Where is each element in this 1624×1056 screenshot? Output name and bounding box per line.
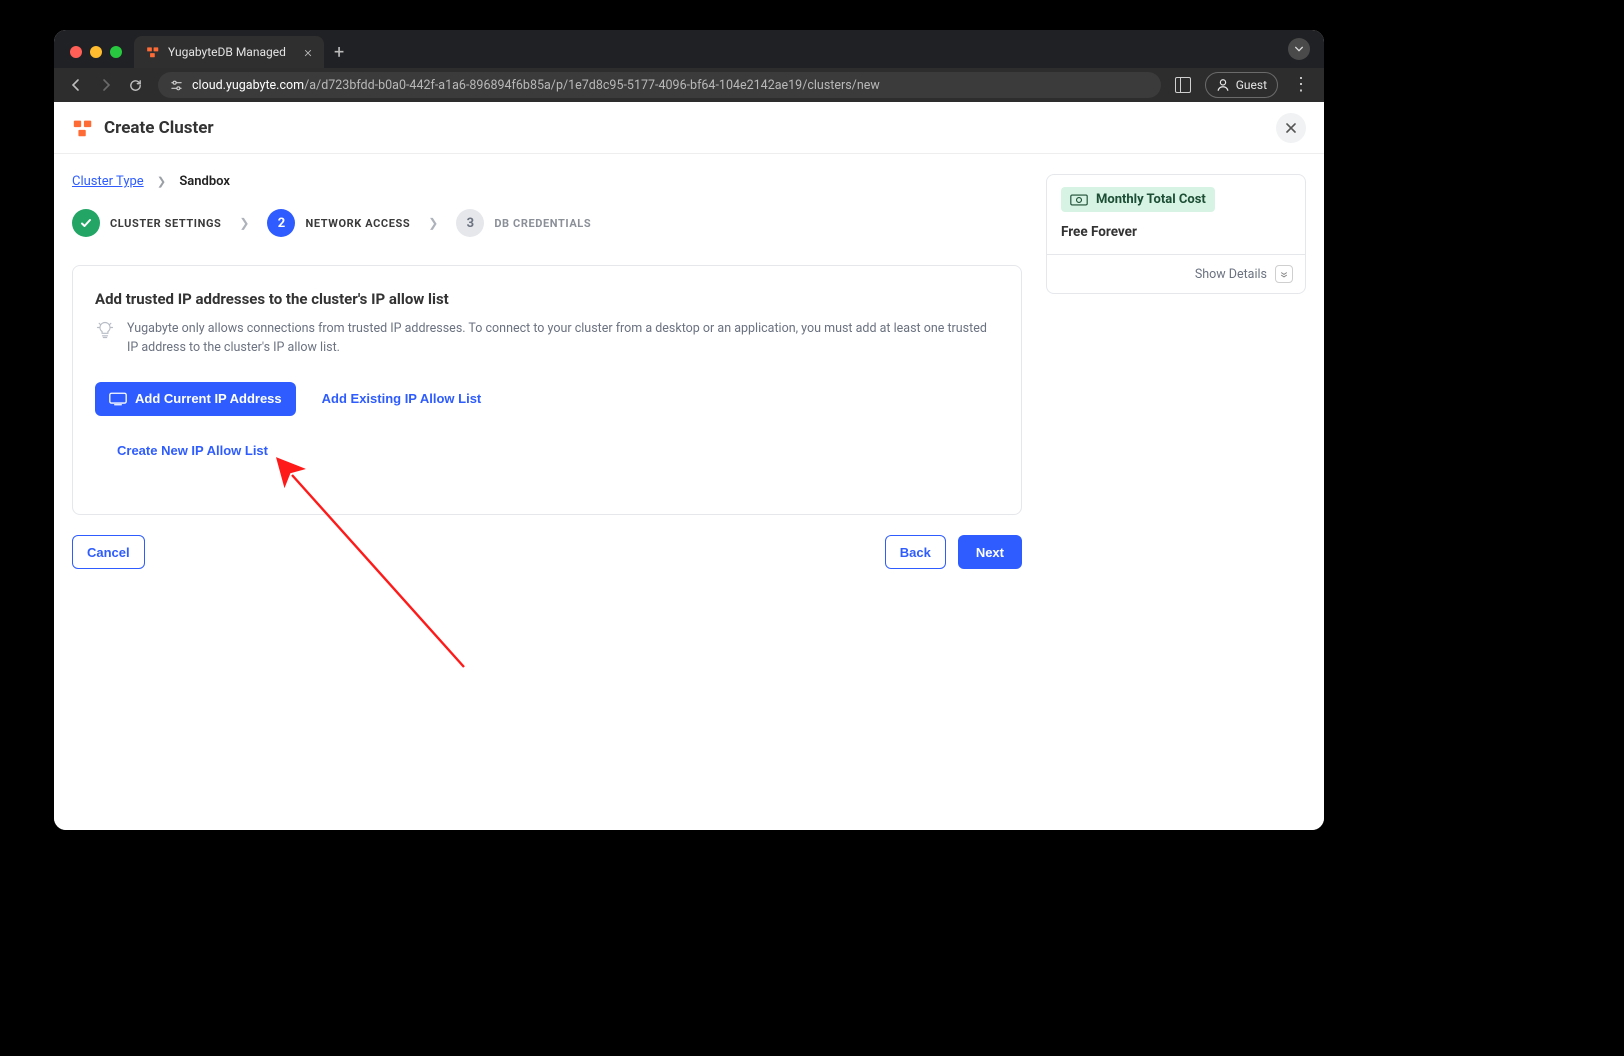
minimize-window-icon[interactable]	[90, 46, 102, 58]
button-label: Add Current IP Address	[135, 391, 282, 406]
address-bar[interactable]: cloud.yugabyte.com/a/d723bfdd-b0a0-442f-…	[158, 72, 1161, 98]
button-label: Next	[976, 545, 1004, 560]
yugabyte-logo-icon	[72, 117, 94, 139]
wizard-actions: Cancel Back Next	[72, 535, 1022, 569]
lightbulb-icon	[95, 320, 117, 358]
step-label: DB CREDENTIALS	[494, 217, 591, 230]
page-header: Create Cluster	[54, 102, 1324, 154]
step-network-access[interactable]: 2 NETWORK ACCESS	[267, 209, 410, 237]
profile-label: Guest	[1236, 78, 1267, 92]
card-heading: Add trusted IP addresses to the cluster'…	[95, 290, 999, 308]
hint-body: Yugabyte only allows connections from tr…	[127, 320, 999, 358]
hint-text: Yugabyte only allows connections from tr…	[95, 320, 999, 358]
cost-card: Monthly Total Cost Free Forever Show Det…	[1046, 174, 1306, 294]
profile-button[interactable]: Guest	[1205, 72, 1278, 98]
chevron-right-icon: ❯	[239, 216, 249, 230]
button-label: Cancel	[87, 545, 130, 560]
step-db-credentials[interactable]: 3 DB CREDENTIALS	[456, 209, 591, 237]
browser-menu-icon[interactable]: ⋮	[1292, 82, 1310, 88]
button-label: Back	[900, 545, 931, 560]
button-label: Add Existing IP Allow List	[322, 391, 482, 406]
main-column: Cluster Type ❯ Sandbox CLUSTER SETTINGS …	[72, 174, 1022, 569]
add-current-ip-button[interactable]: Add Current IP Address	[95, 382, 296, 416]
step-label: NETWORK ACCESS	[305, 217, 410, 230]
back-icon[interactable]	[68, 77, 84, 93]
window-controls	[64, 46, 128, 68]
step-number-badge: 2	[267, 209, 295, 237]
chevron-right-icon: ❯	[428, 216, 438, 230]
cost-details-toggle[interactable]: Show Details	[1047, 254, 1305, 293]
url-text: cloud.yugabyte.com/a/d723bfdd-b0a0-442f-…	[192, 78, 880, 93]
new-tab-button[interactable]: +	[324, 44, 354, 68]
cost-badge-label: Monthly Total Cost	[1096, 192, 1206, 207]
show-details-label: Show Details	[1195, 267, 1267, 282]
page-title: Create Cluster	[104, 118, 214, 138]
tab-title: YugabyteDB Managed	[168, 45, 286, 59]
browser-window: YugabyteDB Managed × +	[54, 30, 1324, 830]
add-existing-allow-list-button[interactable]: Add Existing IP Allow List	[322, 382, 482, 416]
site-settings-icon[interactable]	[170, 79, 184, 92]
stepper: CLUSTER SETTINGS ❯ 2 NETWORK ACCESS ❯ 3 …	[72, 209, 1022, 237]
panel-icon[interactable]	[1175, 77, 1191, 93]
favicon-icon	[146, 45, 160, 59]
money-icon	[1070, 193, 1088, 207]
next-button[interactable]: Next	[958, 535, 1022, 569]
cost-badge: Monthly Total Cost	[1061, 187, 1215, 212]
close-tab-icon[interactable]: ×	[304, 45, 312, 60]
reload-icon[interactable]	[128, 78, 144, 93]
tab-overflow-button[interactable]	[1288, 38, 1310, 60]
chevron-right-icon: ❯	[157, 175, 166, 188]
button-label: Create New IP Allow List	[117, 443, 268, 458]
browser-tab[interactable]: YugabyteDB Managed ×	[134, 36, 324, 68]
checkmark-icon	[72, 209, 100, 237]
back-button[interactable]: Back	[885, 535, 946, 569]
side-column: Monthly Total Cost Free Forever Show Det…	[1046, 174, 1306, 569]
tab-strip: YugabyteDB Managed × +	[54, 30, 1324, 68]
person-icon	[1216, 78, 1230, 92]
breadcrumb: Cluster Type ❯ Sandbox	[72, 174, 1022, 189]
cancel-button[interactable]: Cancel	[72, 535, 145, 569]
close-button[interactable]	[1276, 113, 1306, 143]
breadcrumb-root-link[interactable]: Cluster Type	[72, 174, 144, 189]
forward-icon[interactable]	[98, 77, 114, 93]
cost-value: Free Forever	[1047, 224, 1305, 254]
page-content: Create Cluster Cluster Type ❯ Sandbox	[54, 102, 1324, 830]
monitor-icon	[109, 392, 127, 406]
browser-toolbar: cloud.yugabyte.com/a/d723bfdd-b0a0-442f-…	[54, 68, 1324, 102]
step-label: CLUSTER SETTINGS	[110, 217, 221, 230]
step-cluster-settings[interactable]: CLUSTER SETTINGS	[72, 209, 221, 237]
maximize-window-icon[interactable]	[110, 46, 122, 58]
create-new-allow-list-button[interactable]: Create New IP Allow List	[117, 434, 268, 468]
step-number-badge: 3	[456, 209, 484, 237]
close-window-icon[interactable]	[70, 46, 82, 58]
ip-allow-card: Add trusted IP addresses to the cluster'…	[72, 265, 1022, 515]
breadcrumb-current: Sandbox	[179, 174, 230, 189]
expand-icon	[1275, 265, 1293, 283]
